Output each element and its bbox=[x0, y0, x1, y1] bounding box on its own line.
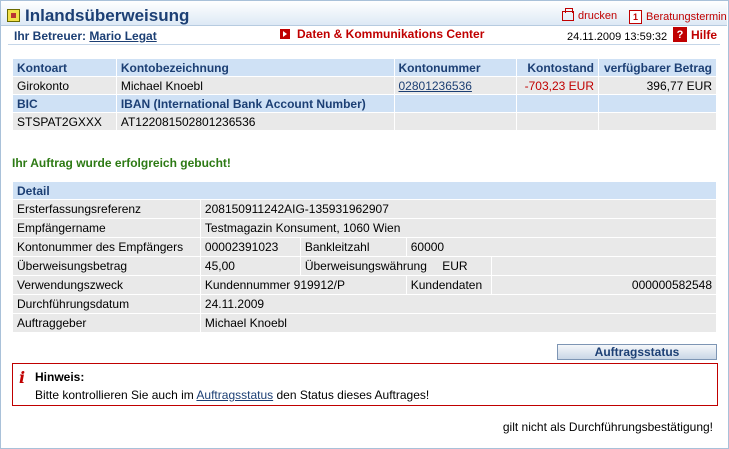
detail-label: Kundendaten bbox=[405, 275, 492, 295]
kontobezeichnung-value: Michael Knoebl bbox=[115, 76, 395, 95]
account-header-row: Kontoart Kontobezeichnung Kontonummer Ko… bbox=[12, 58, 718, 77]
hint-box: i Hinweis: Bitte kontrollieren Sie auch … bbox=[12, 363, 718, 406]
detail-label: Bankleitzahl bbox=[299, 237, 407, 257]
detail-value: 60000 bbox=[405, 237, 718, 257]
verfuegbar-value: 396,77 EUR bbox=[597, 76, 718, 95]
detail-label: Auftraggeber bbox=[12, 313, 201, 333]
detail-label: Kontonummer des Empfängers bbox=[12, 237, 201, 257]
col-kontostand: Kontostand bbox=[516, 58, 599, 77]
footer-note: gilt nicht als Durchführungsbestätigung! bbox=[502, 420, 713, 434]
detail-header: Detail bbox=[12, 181, 717, 200]
info-icon: i bbox=[19, 368, 26, 387]
detail-row: Auftraggeber Michael Knoebl bbox=[12, 313, 718, 333]
detail-value: 208150911242AIG-135931962907 bbox=[199, 199, 718, 219]
transfer-icon bbox=[7, 9, 20, 22]
empty-cell bbox=[393, 112, 518, 131]
detail-table: Detail Ersterfassungsreferenz 2081509112… bbox=[12, 181, 718, 333]
detail-label: Empfängername bbox=[12, 218, 201, 238]
dkc-label: Daten & Kommunikations Center bbox=[297, 27, 485, 41]
iban-row: STSPAT2GXXX AT122081502801236536 bbox=[12, 112, 718, 131]
detail-value: 00002391023 bbox=[199, 237, 301, 257]
detail-row: Ersterfassungsreferenz 208150911242AIG-1… bbox=[12, 199, 718, 219]
col-bic: BIC bbox=[12, 94, 117, 113]
kontonummer-value[interactable]: 02801236536 bbox=[399, 79, 472, 93]
detail-row: Empfängername Testmagazin Konsument, 106… bbox=[12, 218, 718, 238]
empty-cell bbox=[490, 256, 718, 276]
waehrung-label: Überweisungswährung bbox=[304, 259, 427, 273]
account-row: Girokonto Michael Knoebl 02801236536 -70… bbox=[12, 76, 718, 95]
col-iban: IBAN (International Bank Account Number) bbox=[115, 94, 395, 113]
detail-row: Durchführungsdatum 24.11.2009 bbox=[12, 294, 718, 314]
detail-value: 45,00 bbox=[199, 256, 301, 276]
kontoart-value: Girokonto bbox=[12, 76, 117, 95]
detail-label: Überweisungswährung EUR bbox=[299, 256, 492, 276]
col-kontoart: Kontoart bbox=[12, 58, 117, 77]
detail-row: Verwendungszweck Kundennummer 919912/P K… bbox=[12, 275, 718, 295]
help-icon: ? bbox=[673, 27, 687, 42]
help-link[interactable]: ? Hilfe bbox=[673, 27, 717, 42]
hint-text-before: Bitte kontrollieren Sie auch im bbox=[35, 388, 197, 402]
consult-label: Beratungstermin bbox=[646, 11, 727, 23]
help-label: Hilfe bbox=[691, 27, 718, 42]
kontostand-value: -703,23 EUR bbox=[516, 76, 599, 95]
calendar-icon: 1 bbox=[629, 10, 642, 24]
page-title: Inlandsüberweisung bbox=[25, 6, 190, 25]
print-link[interactable]: drucken bbox=[562, 8, 618, 22]
hint-text: Bitte kontrollieren Sie auch im Auftrags… bbox=[35, 388, 429, 402]
col-kontonummer: Kontonummer bbox=[393, 58, 518, 77]
detail-value: Testmagazin Konsument, 1060 Wien bbox=[199, 218, 718, 238]
hint-title: Hinweis: bbox=[35, 370, 85, 384]
col-verfuegbar: verfügbarer Betrag bbox=[597, 58, 718, 77]
hint-text-after: den Status dieses Auftrages! bbox=[273, 388, 430, 402]
empty-cell bbox=[597, 112, 718, 131]
iban-value: AT122081502801236536 bbox=[115, 112, 395, 131]
timestamp: 24.11.2009 13:59:32 bbox=[567, 31, 668, 43]
divider bbox=[8, 44, 720, 45]
detail-row: Überweisungsbetrag 45,00 Überweisungswäh… bbox=[12, 256, 718, 276]
detail-label: Überweisungsbetrag bbox=[12, 256, 201, 276]
success-message: Ihr Auftrag wurde erfolgreich gebucht! bbox=[12, 156, 231, 170]
account-table: Kontoart Kontobezeichnung Kontonummer Ko… bbox=[12, 58, 718, 131]
advisor-name-link[interactable]: Mario Legat bbox=[89, 29, 156, 43]
detail-label: Verwendungszweck bbox=[12, 275, 201, 295]
waehrung-value: EUR bbox=[442, 259, 468, 273]
detail-value: Michael Knoebl bbox=[199, 313, 718, 333]
advisor-label: Ihr Betreuer: bbox=[14, 29, 87, 43]
col-kontobezeichnung: Kontobezeichnung bbox=[115, 58, 395, 77]
empty-cell bbox=[516, 112, 599, 131]
dkc-link[interactable]: Daten & Kommunikations Center bbox=[280, 27, 484, 41]
consult-link[interactable]: 1 Beratungstermin bbox=[629, 10, 727, 24]
detail-value: 24.11.2009 bbox=[199, 294, 718, 314]
detail-label: Durchführungsdatum bbox=[12, 294, 201, 314]
advisor-info: Ihr Betreuer: Mario Legat bbox=[14, 29, 157, 43]
empty-cell bbox=[597, 94, 718, 113]
kontonummer-link[interactable]: 02801236536 bbox=[393, 76, 518, 95]
printer-icon bbox=[562, 8, 574, 21]
empty-cell bbox=[516, 94, 599, 113]
detail-row: Kontonummer des Empfängers 00002391023 B… bbox=[12, 237, 718, 257]
iban-header-row: BIC IBAN (International Bank Account Num… bbox=[12, 94, 718, 113]
detail-label: Ersterfassungsreferenz bbox=[12, 199, 201, 219]
print-label: drucken bbox=[578, 10, 618, 22]
empty-cell bbox=[393, 94, 518, 113]
title-bar: Inlandsüberweisung drucken 1 Beratungste… bbox=[1, 1, 727, 26]
auftragsstatus-button[interactable]: Auftragsstatus bbox=[557, 344, 717, 360]
detail-value: Kundennummer 919912/P bbox=[199, 275, 407, 295]
arrow-right-icon bbox=[280, 29, 290, 39]
bic-value: STSPAT2GXXX bbox=[12, 112, 117, 131]
detail-header-row: Detail bbox=[12, 181, 717, 200]
auftragsstatus-link[interactable]: Auftragsstatus bbox=[196, 388, 273, 402]
detail-value: 000000582548 bbox=[490, 275, 718, 295]
